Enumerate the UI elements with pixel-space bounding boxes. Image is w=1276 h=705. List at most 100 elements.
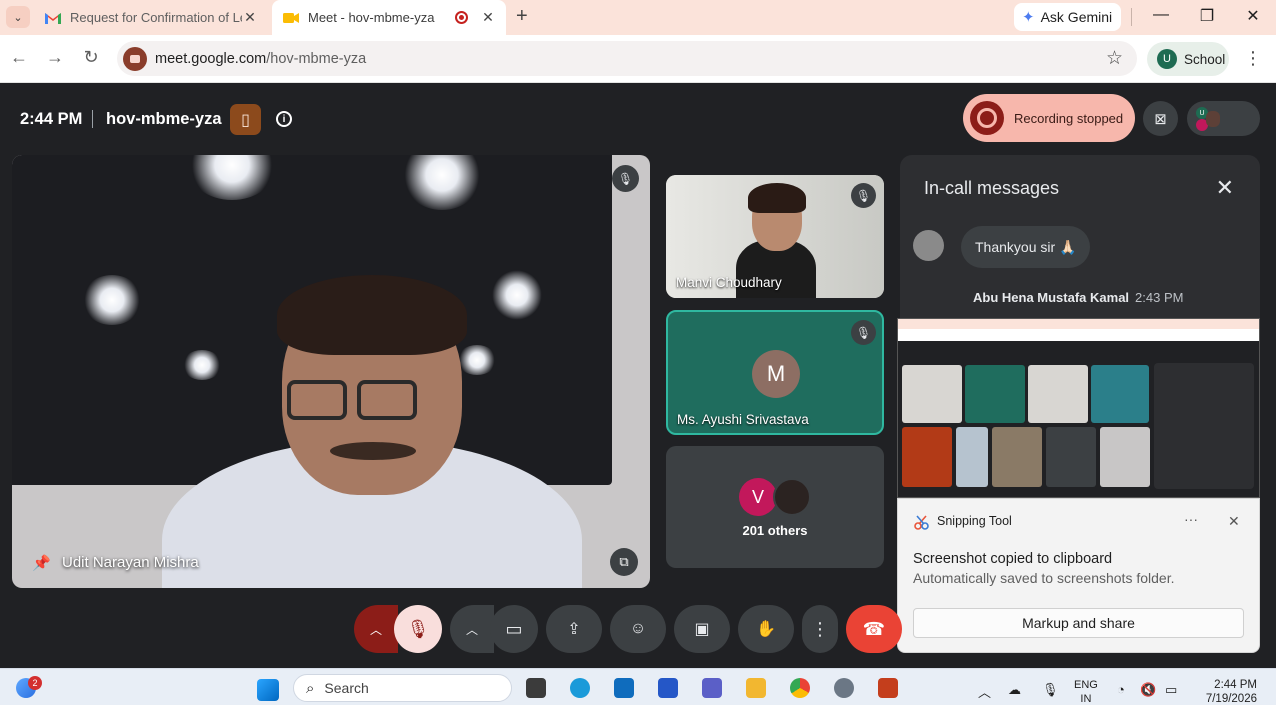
reload-icon[interactable]: ↻ bbox=[81, 47, 101, 68]
participant-mustache bbox=[330, 442, 416, 460]
light-spot bbox=[457, 345, 497, 375]
notification-app-name: Snipping Tool bbox=[937, 514, 1012, 528]
close-tab-icon[interactable]: ✕ bbox=[480, 9, 496, 26]
phone-hangup-icon: ☎ bbox=[862, 618, 886, 639]
language-indicator[interactable]: ENG IN bbox=[1074, 678, 1098, 705]
notification-more-button[interactable]: ··· bbox=[1184, 511, 1198, 527]
bookmark-star-icon[interactable]: ☆ bbox=[1106, 47, 1123, 70]
divider bbox=[92, 110, 93, 128]
picture-in-picture-icon[interactable]: ⧉ bbox=[610, 548, 638, 576]
light-spot bbox=[182, 350, 222, 380]
close-icon[interactable]: ✕ bbox=[1216, 175, 1234, 201]
mic-off-icon: 🎙 bbox=[612, 165, 639, 192]
participant-name: Manvi Choudhary bbox=[676, 275, 782, 290]
participant-avatar: V bbox=[739, 478, 777, 516]
raise-hand-button[interactable]: ✋ bbox=[738, 605, 794, 653]
ask-gemini-button[interactable]: ✦ Ask Gemini bbox=[1014, 3, 1121, 31]
tab-search-button[interactable]: ⌄ bbox=[6, 6, 30, 28]
snipping-tool-icon bbox=[914, 515, 929, 530]
teams-icon[interactable] bbox=[702, 678, 722, 698]
main-video-tile[interactable]: 🎙 📌 Udit Narayan Mishra ⧉ bbox=[12, 155, 650, 588]
settings-gear-icon[interactable] bbox=[834, 678, 854, 698]
captions-button[interactable]: ▣ bbox=[674, 605, 730, 653]
microphone-toggle-button[interactable]: 🎙 bbox=[394, 605, 442, 653]
minimize-icon[interactable]: — bbox=[1151, 6, 1171, 24]
clock-date: 7/19/2026 bbox=[1205, 693, 1257, 705]
presentation-off-icon[interactable]: ⊠ bbox=[1143, 101, 1178, 136]
sender-avatar bbox=[913, 230, 944, 261]
windows-start-icon[interactable] bbox=[257, 679, 279, 701]
recording-status-pill[interactable]: Recording stopped bbox=[963, 94, 1135, 142]
thumbnail-tile bbox=[956, 427, 988, 487]
pin-icon[interactable]: 📌 bbox=[32, 554, 51, 572]
ask-gemini-label: Ask Gemini bbox=[1040, 9, 1113, 25]
taskbar-search[interactable]: ⌕ Search bbox=[293, 674, 512, 702]
tab-gmail[interactable]: Request for Confirmation of Lec ✕ bbox=[36, 0, 268, 35]
forward-icon[interactable]: → bbox=[45, 47, 65, 68]
profile-button[interactable]: U School bbox=[1147, 42, 1229, 76]
battery-icon[interactable]: ▭ bbox=[1165, 682, 1177, 698]
audio-options-button[interactable]: ︿ bbox=[354, 605, 398, 653]
store-icon[interactable] bbox=[658, 678, 678, 698]
divider bbox=[1131, 8, 1132, 26]
more-options-button[interactable]: ⋮ bbox=[802, 605, 838, 653]
camera-toggle-button[interactable]: ▭ bbox=[490, 605, 538, 653]
back-icon[interactable]: ← bbox=[9, 47, 29, 68]
reactions-button[interactable]: ☺ bbox=[610, 605, 666, 653]
system-clock[interactable]: 2:44 PM 7/19/2026 bbox=[1200, 678, 1257, 705]
present-icon: ⇪ bbox=[567, 621, 581, 638]
url-text[interactable]: meet.google.com/hov-mbme-yza bbox=[155, 51, 366, 67]
task-view-icon[interactable] bbox=[526, 678, 546, 698]
thumbnail-tile bbox=[1100, 427, 1150, 487]
captions-icon: ▣ bbox=[694, 621, 710, 638]
url-host: meet.google.com bbox=[155, 50, 267, 67]
address-bar[interactable]: meet.google.com/hov-mbme-yza ☆ bbox=[117, 41, 1137, 76]
tab-meet[interactable]: Meet - hov-mbme-yza ✕ bbox=[272, 0, 506, 35]
host-controls-icon[interactable]: ▯ bbox=[230, 104, 261, 135]
powerpoint-icon[interactable] bbox=[878, 678, 898, 698]
mic-off-icon: 🎙 bbox=[851, 183, 876, 208]
show-hidden-icons-icon[interactable]: ︿ bbox=[978, 682, 991, 701]
leave-call-button[interactable]: ☎ bbox=[846, 605, 902, 653]
thumbnail-tile bbox=[902, 427, 952, 487]
thumbnail-tile bbox=[902, 365, 962, 423]
participants-chip[interactable]: U bbox=[1187, 101, 1260, 136]
thumbnail-panel bbox=[1154, 363, 1254, 489]
markup-and-share-button[interactable]: Markup and share bbox=[913, 608, 1244, 638]
meet-site-icon[interactable] bbox=[123, 46, 147, 71]
wifi-icon[interactable]: ◔ bbox=[1117, 682, 1125, 697]
restore-icon[interactable]: ❐ bbox=[1197, 6, 1217, 26]
chevron-up-icon: ︿ bbox=[465, 622, 478, 637]
message-bubble: Thankyou sir 🙏🏻 bbox=[961, 226, 1091, 268]
panel-title: In-call messages bbox=[924, 178, 1060, 198]
file-explorer-icon[interactable] bbox=[746, 678, 766, 698]
close-window-icon[interactable]: ✕ bbox=[1243, 6, 1263, 26]
meeting-time: 2:44 PM bbox=[20, 110, 83, 128]
others-tile[interactable]: V 201 others bbox=[666, 446, 884, 568]
meeting-info-icon[interactable]: i bbox=[276, 111, 292, 127]
volume-muted-icon[interactable]: 🔇 bbox=[1140, 682, 1156, 698]
browser-toolbar: ← → ↻ meet.google.com/hov-mbme-yza ☆ U S… bbox=[0, 35, 1276, 83]
language-code: ENG bbox=[1074, 679, 1098, 691]
participant-tile[interactable]: M 🎙 Ms. Ayushi Srivastava bbox=[666, 310, 884, 435]
notification-close-button[interactable]: ✕ bbox=[1228, 513, 1240, 530]
new-tab-button[interactable]: + bbox=[516, 5, 528, 28]
onedrive-icon[interactable]: ☁ bbox=[1008, 682, 1021, 698]
browser-menu-icon[interactable]: ⋮ bbox=[1244, 48, 1262, 69]
edge-icon[interactable] bbox=[570, 678, 590, 698]
outlook-icon[interactable] bbox=[614, 678, 634, 698]
thumbnail-toolbar bbox=[898, 329, 1259, 341]
profile-avatar: U bbox=[1157, 49, 1177, 69]
video-options-button[interactable]: ︿ bbox=[450, 605, 494, 653]
tab-label: Meet - hov-mbme-yza bbox=[308, 10, 435, 25]
participant-tile[interactable]: 🎙 Manvi Choudhary bbox=[666, 175, 884, 298]
close-tab-icon[interactable]: ✕ bbox=[242, 9, 258, 26]
thumbnail-tile bbox=[1028, 365, 1088, 423]
browser-tab-bar: ⌄ Request for Confirmation of Lec ✕ Meet… bbox=[0, 0, 1276, 35]
windows-taskbar: 2 ⌕ Search ︿ ☁ 🎙 ENG IN ◔ 🔇 ▭ 2:44 PM 7/… bbox=[0, 668, 1276, 705]
present-screen-button[interactable]: ⇪ bbox=[546, 605, 602, 653]
screenshot-thumbnail[interactable] bbox=[897, 318, 1260, 498]
chrome-icon[interactable] bbox=[790, 678, 810, 698]
chevron-down-icon: ⌄ bbox=[13, 11, 23, 24]
microphone-icon[interactable]: 🎙 bbox=[1042, 682, 1059, 698]
